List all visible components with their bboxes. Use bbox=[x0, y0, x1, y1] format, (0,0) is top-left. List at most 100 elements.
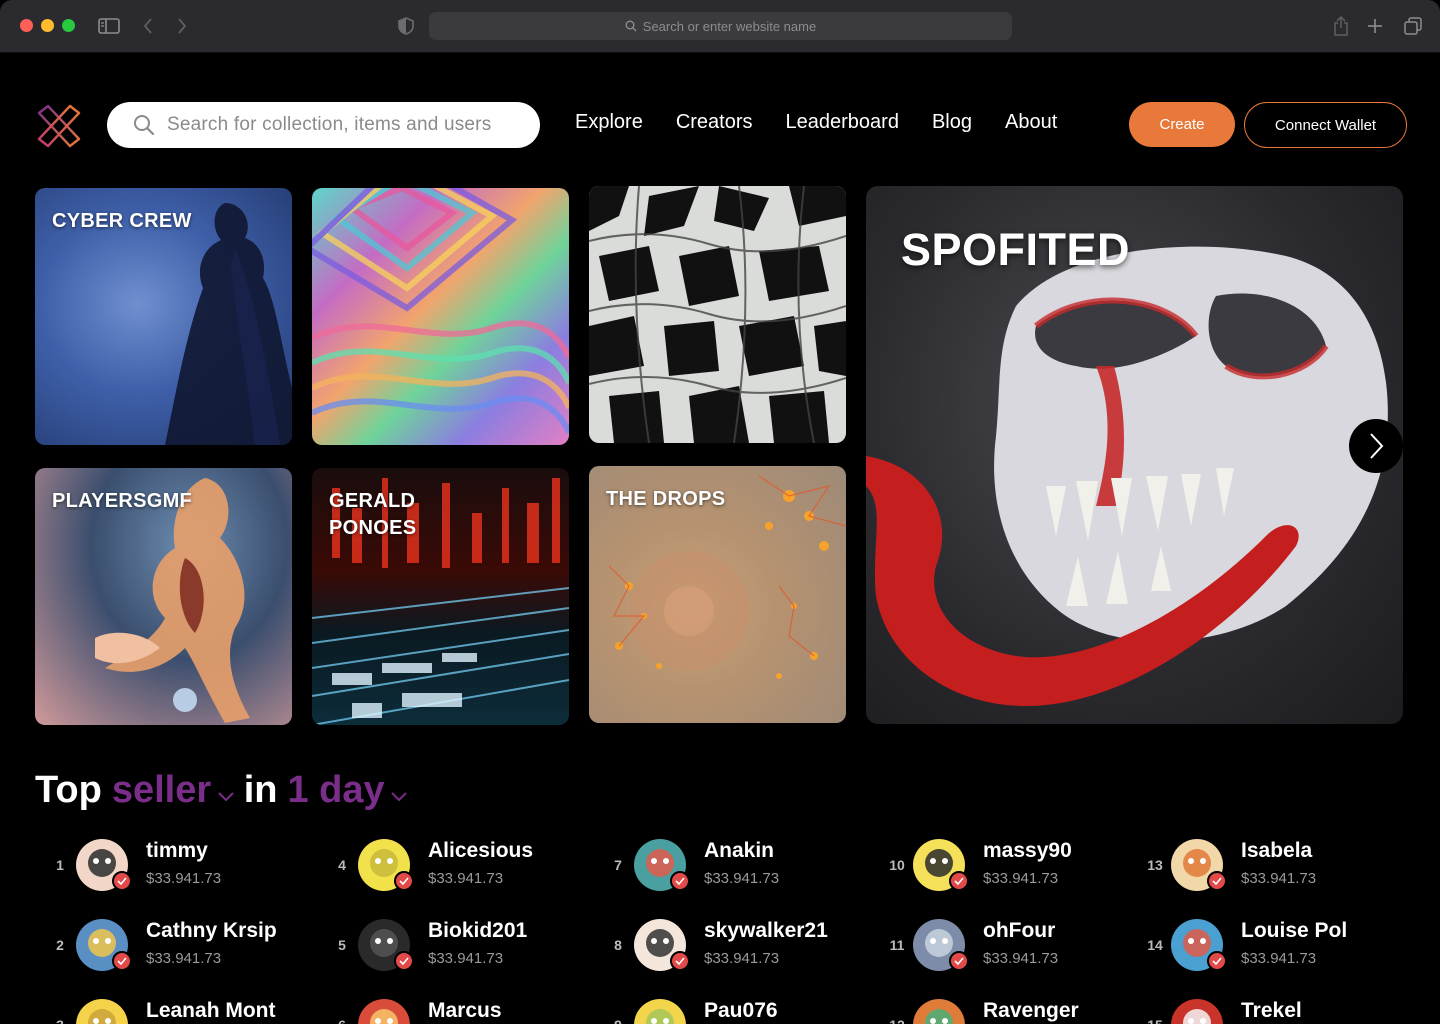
seller-item[interactable]: 2 Cathny Krsip $33.941.73 bbox=[50, 919, 300, 975]
seller-avatar[interactable] bbox=[76, 999, 128, 1024]
seller-item[interactable]: 15 Trekel bbox=[1145, 999, 1395, 1024]
back-arrow-icon[interactable] bbox=[136, 14, 160, 38]
seller-name[interactable]: skywalker21 bbox=[704, 919, 828, 943]
seller-item[interactable]: 1 timmy $33.941.73 bbox=[50, 839, 300, 895]
collection-tile-abstract-colors[interactable] bbox=[312, 188, 569, 445]
seller-rank: 1 bbox=[56, 857, 64, 873]
new-tab-plus-icon[interactable] bbox=[1363, 14, 1387, 38]
seller-rank: 9 bbox=[608, 1017, 628, 1024]
forward-arrow-icon[interactable] bbox=[170, 14, 194, 38]
seller-type-dropdown[interactable]: seller bbox=[112, 769, 234, 812]
chevron-down-icon bbox=[217, 792, 234, 802]
chevron-down-icon bbox=[391, 792, 407, 802]
seller-item[interactable]: 13 Isabela $33.941.73 bbox=[1145, 839, 1395, 895]
seller-item[interactable]: 3 Leanah Mont bbox=[50, 999, 300, 1024]
seller-name[interactable]: Pau076 bbox=[704, 999, 778, 1023]
seller-avatar[interactable] bbox=[634, 999, 686, 1024]
seller-name[interactable]: Trekel bbox=[1241, 999, 1302, 1023]
search-placeholder: Search for collection, items and users bbox=[167, 114, 492, 135]
tile-label: GERALD PONOES bbox=[329, 488, 416, 542]
nav-leaderboard[interactable]: Leaderboard bbox=[786, 111, 899, 134]
nav-blog[interactable]: Blog bbox=[932, 111, 972, 134]
verified-check-icon bbox=[949, 871, 969, 891]
close-window-button[interactable] bbox=[20, 19, 33, 32]
seller-name[interactable]: ohFour bbox=[983, 919, 1055, 943]
verified-check-icon bbox=[1207, 951, 1227, 971]
seller-avatar[interactable] bbox=[1171, 999, 1223, 1024]
collection-search-input[interactable]: Search for collection, items and users bbox=[107, 102, 540, 148]
seller-item[interactable]: 8 skywalker21 $33.941.73 bbox=[608, 919, 858, 975]
seller-item[interactable]: 9 Pau076 bbox=[608, 999, 858, 1024]
browser-window: Search or enter website name Search for … bbox=[0, 0, 1440, 1024]
seller-name[interactable]: Biokid201 bbox=[428, 919, 527, 943]
seller-rank: 4 bbox=[338, 857, 346, 873]
heading-word-top: Top bbox=[35, 769, 102, 811]
seller-rank: 13 bbox=[1147, 857, 1163, 873]
seller-name[interactable]: Cathny Krsip bbox=[146, 919, 277, 943]
maximize-window-button[interactable] bbox=[62, 19, 75, 32]
seller-item[interactable]: 4 Alicesious $33.941.73 bbox=[332, 839, 582, 895]
tile-label: CYBER CREW bbox=[52, 210, 192, 232]
collection-tile-gerald-ponoes[interactable]: GERALD PONOES bbox=[312, 468, 569, 725]
seller-item[interactable]: 11 ohFour $33.941.73 bbox=[887, 919, 1137, 975]
seller-avatar[interactable] bbox=[913, 999, 965, 1024]
collection-tile-monochrome-pattern[interactable] bbox=[589, 186, 846, 443]
seller-amount: $33.941.73 bbox=[146, 870, 222, 887]
seller-name[interactable]: Anakin bbox=[704, 839, 774, 863]
seller-item[interactable]: 14 Louise Pol $33.941.73 bbox=[1145, 919, 1395, 975]
tab-overview-icon[interactable] bbox=[1401, 14, 1425, 38]
seller-rank: 2 bbox=[56, 937, 64, 953]
nav-explore[interactable]: Explore bbox=[575, 111, 643, 134]
connect-wallet-button[interactable]: Connect Wallet bbox=[1244, 102, 1407, 148]
nav-about[interactable]: About bbox=[1005, 111, 1057, 134]
seller-amount: $33.941.73 bbox=[704, 950, 780, 967]
verified-check-icon bbox=[670, 871, 690, 891]
verified-check-icon bbox=[112, 871, 132, 891]
collection-tile-cyber-crew[interactable]: CYBER CREW bbox=[35, 188, 292, 445]
verified-check-icon bbox=[670, 951, 690, 971]
sidebar-toggle-icon[interactable] bbox=[97, 14, 121, 38]
seller-name[interactable]: Marcus bbox=[428, 999, 502, 1023]
seller-rank: 5 bbox=[338, 937, 346, 953]
seller-item[interactable]: 6 Marcus bbox=[332, 999, 582, 1024]
verified-check-icon bbox=[394, 951, 414, 971]
nav-creators[interactable]: Creators bbox=[676, 111, 753, 134]
site-logo-icon[interactable] bbox=[36, 103, 82, 149]
psychedelic-artwork bbox=[312, 188, 569, 435]
share-icon[interactable] bbox=[1329, 14, 1353, 38]
privacy-shield-icon[interactable] bbox=[394, 14, 418, 38]
seller-name[interactable]: Leanah Mont bbox=[146, 999, 276, 1023]
seller-name[interactable]: timmy bbox=[146, 839, 208, 863]
top-seller-heading: Top seller in 1 day bbox=[35, 769, 407, 812]
chevron-right-icon bbox=[1370, 433, 1384, 459]
create-button[interactable]: Create bbox=[1129, 102, 1235, 147]
seller-name[interactable]: Ravenger bbox=[983, 999, 1079, 1023]
seller-amount: $33.941.73 bbox=[146, 950, 222, 967]
featured-collection-spofited[interactable]: SPOFITED bbox=[866, 186, 1403, 724]
verified-check-icon bbox=[949, 951, 969, 971]
seller-rank: 14 bbox=[1147, 937, 1163, 953]
seller-name[interactable]: Louise Pol bbox=[1241, 919, 1347, 943]
search-icon bbox=[134, 115, 155, 136]
tile-label-line2: PONOES bbox=[329, 517, 417, 539]
period-dropdown[interactable]: 1 day bbox=[287, 769, 407, 812]
collection-tile-playersgmf[interactable]: PLAYERSGMF bbox=[35, 468, 292, 725]
tile-label: THE DROPS bbox=[606, 488, 726, 510]
collection-tile-the-drops[interactable]: THE DROPS bbox=[589, 466, 846, 723]
seller-name[interactable]: Isabela bbox=[1241, 839, 1312, 863]
address-bar[interactable]: Search or enter website name bbox=[429, 12, 1012, 40]
seller-item[interactable]: 10 massy90 $33.941.73 bbox=[887, 839, 1137, 895]
seller-item[interactable]: 5 Biokid201 $33.941.73 bbox=[332, 919, 582, 975]
seller-name[interactable]: Alicesious bbox=[428, 839, 533, 863]
seller-rank: 11 bbox=[889, 937, 905, 953]
seller-name[interactable]: massy90 bbox=[983, 839, 1072, 863]
carousel-next-button[interactable] bbox=[1349, 419, 1403, 473]
seller-amount: $33.941.73 bbox=[983, 870, 1059, 887]
seller-item[interactable]: 7 Anakin $33.941.73 bbox=[608, 839, 858, 895]
seller-avatar[interactable] bbox=[358, 999, 410, 1024]
seller-item[interactable]: 12 Ravenger bbox=[887, 999, 1137, 1024]
seller-rank: 3 bbox=[50, 1017, 70, 1024]
seller-rank: 12 bbox=[887, 1017, 907, 1024]
minimize-window-button[interactable] bbox=[41, 19, 54, 32]
tile-label-line1: GERALD bbox=[329, 490, 416, 512]
